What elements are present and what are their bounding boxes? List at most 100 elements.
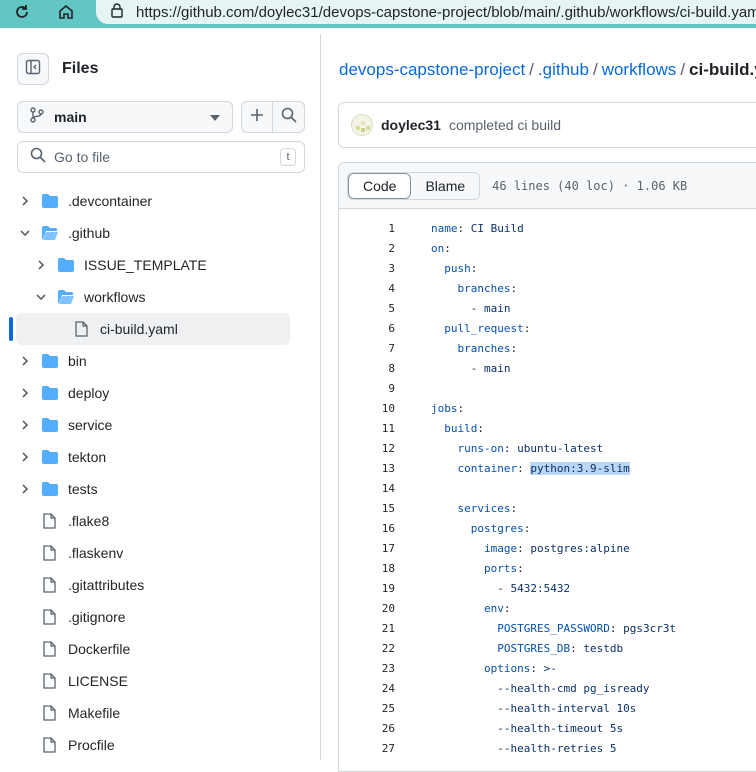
line-number[interactable]: 3 bbox=[339, 259, 395, 279]
tree-file-item[interactable]: Procfile bbox=[0, 729, 321, 761]
code-line[interactable]: 1 name: CI Build bbox=[339, 219, 756, 239]
code-line[interactable]: 16 postgres: bbox=[339, 519, 756, 539]
line-number[interactable]: 24 bbox=[339, 679, 395, 699]
line-number[interactable]: 9 bbox=[339, 379, 395, 399]
code-line[interactable]: 18 ports: bbox=[339, 559, 756, 579]
code-line[interactable]: 23 options: >- bbox=[339, 659, 756, 679]
tree-file-item[interactable]: .flaskenv bbox=[0, 537, 321, 569]
breadcrumb-repo-link[interactable]: devops-capstone-project bbox=[339, 60, 525, 79]
code-line[interactable]: 9 bbox=[339, 379, 756, 399]
line-number[interactable]: 14 bbox=[339, 479, 395, 499]
code-line[interactable]: 12 runs-on: ubuntu-latest bbox=[339, 439, 756, 459]
tab-blame[interactable]: Blame bbox=[411, 173, 479, 199]
line-number[interactable]: 4 bbox=[339, 279, 395, 299]
tree-file-item[interactable]: Dockerfile bbox=[0, 633, 321, 665]
line-number[interactable]: 6 bbox=[339, 319, 395, 339]
commit-author[interactable]: doylec31 bbox=[381, 117, 441, 133]
tree-folder-item[interactable]: .devcontainer bbox=[0, 185, 321, 217]
code-line[interactable]: 27 --health-retries 5 bbox=[339, 739, 756, 759]
commit-message[interactable]: completed ci build bbox=[449, 117, 561, 133]
code-line[interactable]: 14 bbox=[339, 479, 756, 499]
tree-file-item[interactable]: ci-build.yaml bbox=[9, 313, 290, 345]
line-number[interactable]: 5 bbox=[339, 299, 395, 319]
code-line[interactable]: 25 --health-interval 10s bbox=[339, 699, 756, 719]
code-line[interactable]: 7 branches: bbox=[339, 339, 756, 359]
tree-folder-item[interactable]: bin bbox=[0, 345, 321, 377]
code-line[interactable]: 4 branches: bbox=[339, 279, 756, 299]
tab-code[interactable]: Code bbox=[348, 172, 412, 199]
collapse-sidebar-button[interactable] bbox=[17, 53, 49, 85]
avatar[interactable] bbox=[351, 114, 373, 136]
branch-name: main bbox=[54, 109, 87, 125]
tree-file-item[interactable]: LICENSE bbox=[0, 665, 321, 697]
yaml-key: push bbox=[444, 262, 471, 275]
file-tree: .devcontainer .github ISSUE_TEMPLATE workfl… bbox=[0, 185, 321, 761]
line-number[interactable]: 27 bbox=[339, 739, 395, 759]
code-line[interactable]: 6 pull_request: bbox=[339, 319, 756, 339]
line-number[interactable]: 2 bbox=[339, 239, 395, 259]
code-line[interactable]: 21 POSTGRES_PASSWORD: pgs3cr3t bbox=[339, 619, 756, 639]
line-number[interactable]: 15 bbox=[339, 499, 395, 519]
line-number[interactable]: 13 bbox=[339, 459, 395, 479]
breadcrumb-github-link[interactable]: .github bbox=[538, 60, 589, 79]
site-info-icon[interactable] bbox=[110, 2, 124, 23]
tree-folder-item[interactable]: workflows bbox=[0, 281, 321, 313]
url-text[interactable]: https://github.com/doylec31/devops-capst… bbox=[136, 4, 756, 21]
tree-folder-item[interactable]: .github bbox=[0, 217, 321, 249]
tree-folder-item[interactable]: service bbox=[0, 409, 321, 441]
yaml-separator: : bbox=[444, 242, 451, 255]
tree-folder-item[interactable]: tekton bbox=[0, 441, 321, 473]
code-line[interactable]: 3 push: bbox=[339, 259, 756, 279]
line-number[interactable]: 19 bbox=[339, 579, 395, 599]
tree-folder-item[interactable]: deploy bbox=[0, 377, 321, 409]
line-number[interactable]: 12 bbox=[339, 439, 395, 459]
line-number[interactable]: 22 bbox=[339, 639, 395, 659]
home-icon[interactable] bbox=[52, 0, 80, 24]
line-number[interactable]: 8 bbox=[339, 359, 395, 379]
yaml-separator: : bbox=[510, 282, 518, 295]
line-number[interactable]: 25 bbox=[339, 699, 395, 719]
line-number[interactable]: 16 bbox=[339, 519, 395, 539]
line-number[interactable]: 21 bbox=[339, 619, 395, 639]
code-line[interactable]: 13 container: python:3.9-slim bbox=[339, 459, 756, 479]
tree-file-item[interactable]: .gitignore bbox=[0, 601, 321, 633]
branch-selector-button[interactable]: main bbox=[17, 101, 233, 133]
code-line[interactable]: 19 - 5432:5432 bbox=[339, 579, 756, 599]
code-line[interactable]: 17 image: postgres:alpine bbox=[339, 539, 756, 559]
breadcrumb-workflows-link[interactable]: workflows bbox=[602, 60, 677, 79]
code-line[interactable]: 10 jobs: bbox=[339, 399, 756, 419]
line-number[interactable]: 17 bbox=[339, 539, 395, 559]
tree-file-item[interactable]: .flake8 bbox=[0, 505, 321, 537]
line-number[interactable]: 10 bbox=[339, 399, 395, 419]
line-number[interactable]: 23 bbox=[339, 659, 395, 679]
code-line[interactable]: 15 services: bbox=[339, 499, 756, 519]
code-line[interactable]: 24 --health-cmd pg_isready bbox=[339, 679, 756, 699]
tree-folder-item[interactable]: tests bbox=[0, 473, 321, 505]
line-number[interactable]: 26 bbox=[339, 719, 395, 739]
tree-file-item[interactable]: .gitattributes bbox=[0, 569, 321, 601]
reload-icon[interactable] bbox=[8, 0, 36, 24]
search-code-button[interactable] bbox=[273, 101, 305, 133]
tree-file-item[interactable]: Makefile bbox=[0, 697, 321, 729]
yaml-separator: : bbox=[517, 462, 531, 475]
line-number[interactable]: 18 bbox=[339, 559, 395, 579]
code-line[interactable]: 26 --health-timeout 5s bbox=[339, 719, 756, 739]
line-number[interactable]: 20 bbox=[339, 599, 395, 619]
line-number[interactable]: 1 bbox=[339, 219, 395, 239]
code-line[interactable]: 5 - main bbox=[339, 299, 756, 319]
yaml-separator: : bbox=[523, 522, 531, 535]
code-line[interactable]: 22 POSTGRES_DB: testdb bbox=[339, 639, 756, 659]
code-line[interactable]: 2 on: bbox=[339, 239, 756, 259]
line-number[interactable]: 7 bbox=[339, 339, 395, 359]
code-line[interactable]: 8 - main bbox=[339, 359, 756, 379]
yaml-value: CI Build bbox=[470, 222, 524, 235]
address-bar[interactable]: https://github.com/doylec31/devops-capst… bbox=[96, 0, 756, 24]
go-to-file-input[interactable]: Go to file t bbox=[17, 141, 305, 173]
code-line[interactable]: 20 env: bbox=[339, 599, 756, 619]
add-file-button[interactable] bbox=[241, 101, 273, 133]
code-line[interactable]: 11 build: bbox=[339, 419, 756, 439]
tree-folder-item[interactable]: ISSUE_TEMPLATE bbox=[0, 249, 321, 281]
line-number[interactable]: 11 bbox=[339, 419, 395, 439]
line-content: - 5432:5432 bbox=[431, 579, 570, 599]
